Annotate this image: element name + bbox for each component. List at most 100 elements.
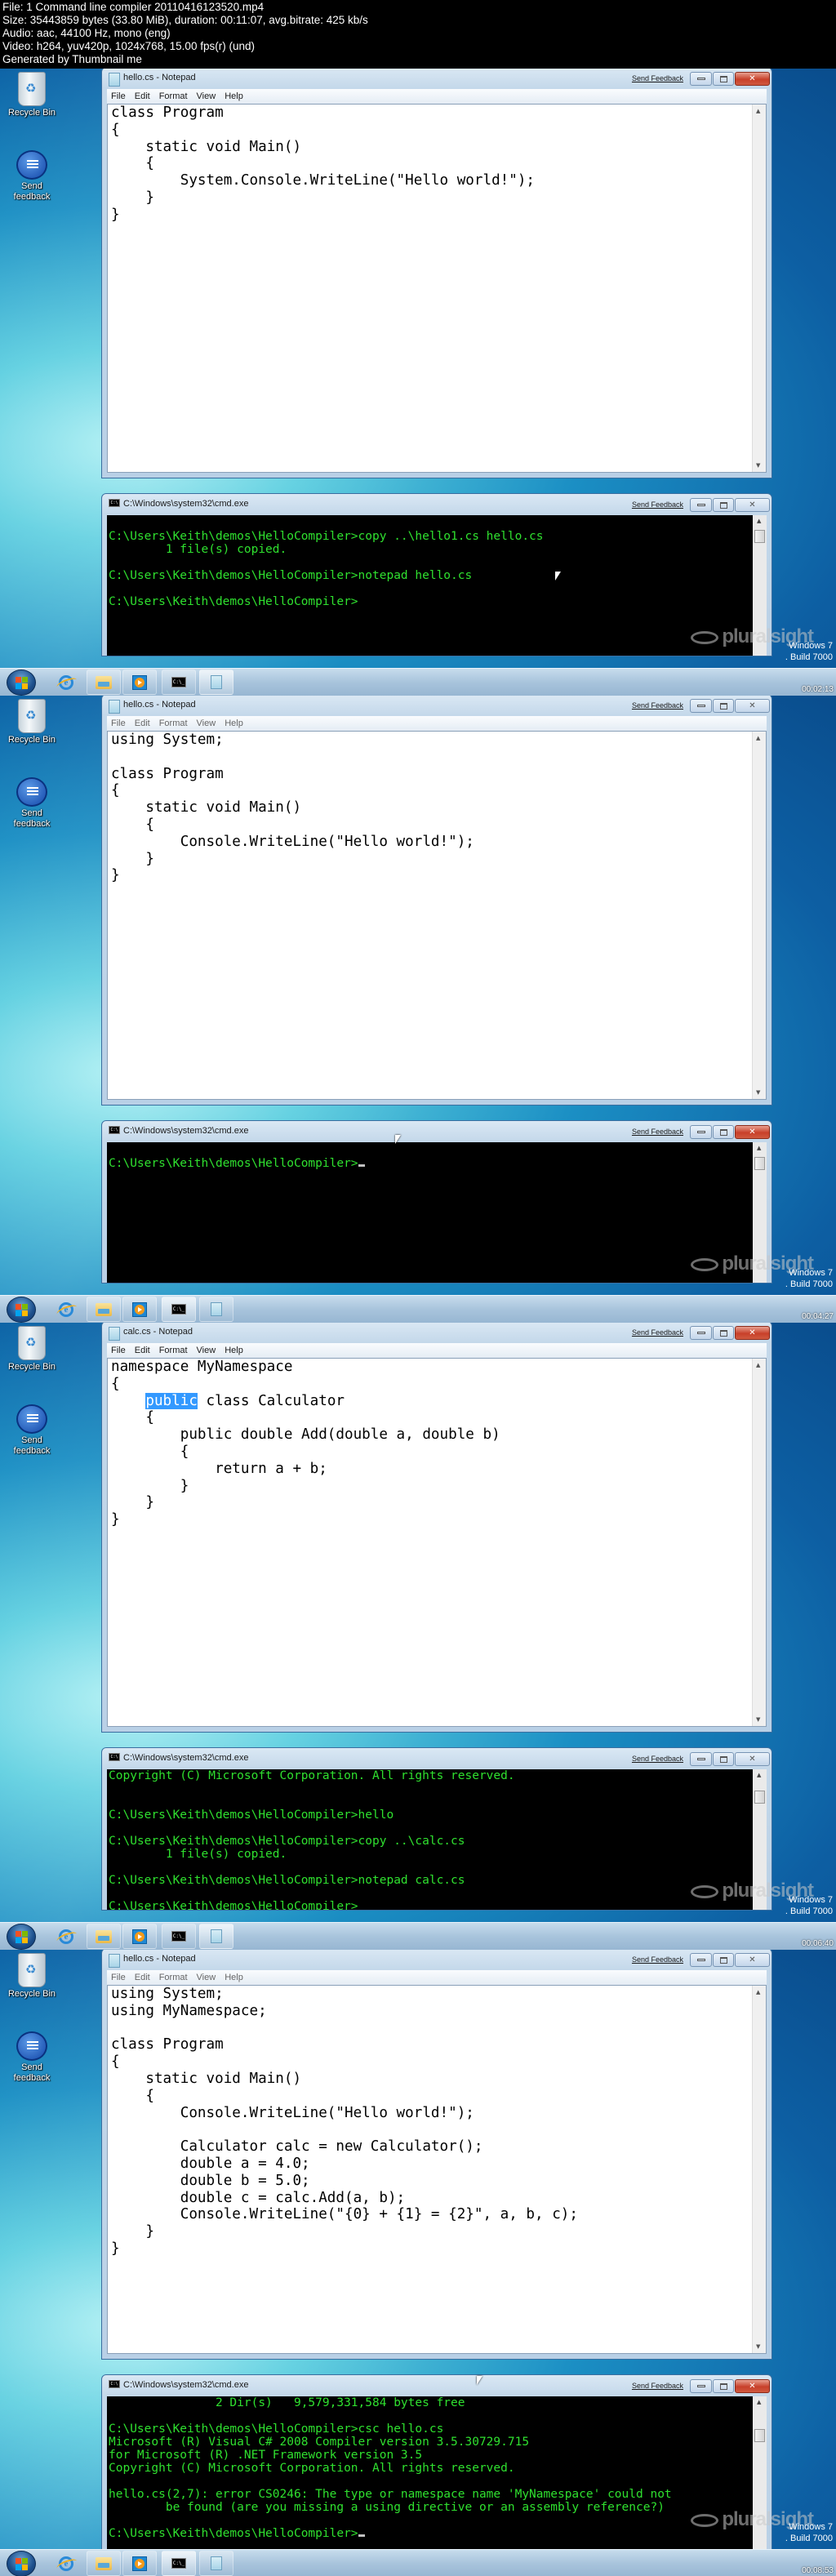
- close-button[interactable]: ✕: [735, 1953, 770, 1967]
- close-button[interactable]: ✕: [735, 1326, 770, 1340]
- console-output[interactable]: Copyright (C) Microsoft Corporation. All…: [107, 1769, 767, 1910]
- text-editor[interactable]: using System; using MyNamespace; class P…: [107, 1985, 767, 2354]
- scroll-up-icon[interactable]: ▲: [757, 2399, 761, 2405]
- start-button[interactable]: [7, 2551, 36, 2576]
- scroll-thumb[interactable]: [754, 2429, 765, 2442]
- taskbar-ie[interactable]: e: [49, 1297, 83, 1322]
- scroll-down-icon[interactable]: ▼: [756, 2343, 760, 2350]
- maximize-button[interactable]: [713, 1326, 734, 1340]
- desktop-icon-recycle-bin[interactable]: Recycle Bin: [7, 72, 57, 118]
- taskbar-explorer[interactable]: [87, 1297, 121, 1322]
- taskbar-ie[interactable]: e: [49, 2551, 83, 2576]
- scroll-down-icon[interactable]: ▼: [756, 1089, 760, 1096]
- start-button[interactable]: [7, 1297, 36, 1323]
- start-button[interactable]: [7, 1924, 36, 1950]
- taskbar-notepad[interactable]: [199, 1924, 233, 1949]
- send-feedback-link[interactable]: Send Feedback: [632, 1955, 683, 1964]
- minimize-button[interactable]: [690, 72, 712, 86]
- text-editor[interactable]: class Program { static void Main() { Sys…: [107, 104, 767, 473]
- taskbar-media-player[interactable]: [122, 670, 157, 695]
- menu-edit[interactable]: Edit: [131, 719, 155, 728]
- menu-edit[interactable]: Edit: [131, 1973, 155, 1982]
- menu-file[interactable]: File: [107, 719, 131, 728]
- text-editor[interactable]: namespace MyNamespace { public class Cal…: [107, 1358, 767, 1727]
- notepad-titlebar[interactable]: hello.cs - Notepad Send Feedback ✕: [102, 1950, 772, 1970]
- send-feedback-link[interactable]: Send Feedback: [632, 1755, 683, 1763]
- notepad-titlebar[interactable]: calc.cs - Notepad Send Feedback ✕: [102, 1323, 772, 1343]
- taskbar-notepad[interactable]: [199, 1297, 233, 1322]
- close-button[interactable]: ✕: [735, 699, 770, 713]
- maximize-button[interactable]: [713, 1752, 734, 1766]
- taskbar-cmd[interactable]: C:\_: [162, 1297, 196, 1322]
- scroll-up-icon[interactable]: ▲: [756, 1362, 760, 1368]
- taskbar-explorer[interactable]: [87, 1924, 121, 1949]
- scroll-thumb[interactable]: [754, 530, 765, 543]
- scroll-down-icon[interactable]: ▼: [756, 1716, 760, 1723]
- menu-help[interactable]: Help: [220, 719, 248, 728]
- menu-format[interactable]: Format: [155, 1973, 193, 1982]
- menu-format[interactable]: Format: [155, 91, 193, 101]
- send-feedback-link[interactable]: Send Feedback: [632, 701, 683, 710]
- scroll-up-icon[interactable]: ▲: [756, 735, 760, 741]
- close-button[interactable]: ✕: [735, 1125, 770, 1139]
- minimize-button[interactable]: [690, 1953, 712, 1967]
- console-output[interactable]: C:\Users\Keith\demos\HelloCompiler>copy …: [107, 515, 767, 656]
- desktop-icon-send-feedback[interactable]: Send feedback: [7, 150, 57, 202]
- taskbar-media-player[interactable]: [122, 1297, 157, 1322]
- send-feedback-link[interactable]: Send Feedback: [632, 2382, 683, 2390]
- notepad-titlebar[interactable]: hello.cs - Notepad Send Feedback ✕: [102, 696, 772, 716]
- maximize-button[interactable]: [713, 699, 734, 713]
- minimize-button[interactable]: [690, 1326, 712, 1340]
- notepad-titlebar[interactable]: hello.cs - Notepad Send Feedback ✕: [102, 69, 772, 89]
- taskbar-explorer[interactable]: [87, 670, 121, 695]
- desktop-icon-send-feedback[interactable]: Send feedback: [7, 2031, 57, 2084]
- menu-file[interactable]: File: [107, 1973, 131, 1982]
- menu-view[interactable]: View: [193, 719, 221, 728]
- menu-help[interactable]: Help: [220, 1973, 248, 1982]
- menu-file[interactable]: File: [107, 1346, 131, 1355]
- minimize-button[interactable]: [690, 498, 712, 512]
- menu-edit[interactable]: Edit: [131, 91, 155, 101]
- scroll-up-icon[interactable]: ▲: [757, 518, 761, 524]
- taskbar-cmd[interactable]: C:\_: [162, 2551, 196, 2576]
- maximize-button[interactable]: [713, 72, 734, 86]
- minimize-button[interactable]: [690, 2379, 712, 2393]
- taskbar-explorer[interactable]: [87, 2551, 121, 2576]
- scroll-down-icon[interactable]: ▼: [756, 462, 760, 469]
- console-output[interactable]: 2 Dir(s) 9,579,331,584 bytes free C:\Use…: [107, 2396, 767, 2553]
- menu-format[interactable]: Format: [155, 719, 193, 728]
- vertical-scrollbar[interactable]: ▲ ▼: [752, 105, 766, 472]
- maximize-button[interactable]: [713, 1953, 734, 1967]
- close-button[interactable]: ✕: [735, 2379, 770, 2393]
- text-editor[interactable]: using System; class Program { static voi…: [107, 731, 767, 1100]
- taskbar-cmd[interactable]: C:\_: [162, 670, 196, 695]
- maximize-button[interactable]: [713, 1125, 734, 1139]
- desktop-icon-recycle-bin[interactable]: Recycle Bin: [7, 1953, 57, 2000]
- maximize-button[interactable]: [713, 2379, 734, 2393]
- cmd-titlebar[interactable]: C:\ C:\Windows\system32\cmd.exe Send Fee…: [102, 1748, 772, 1769]
- send-feedback-link[interactable]: Send Feedback: [632, 1328, 683, 1337]
- start-button[interactable]: [7, 670, 36, 696]
- cmd-titlebar[interactable]: C:\ C:\Windows\system32\cmd.exe Send Fee…: [102, 1121, 772, 1142]
- taskbar-notepad[interactable]: [199, 2551, 233, 2576]
- minimize-button[interactable]: [690, 1125, 712, 1139]
- minimize-button[interactable]: [690, 1752, 712, 1766]
- close-button[interactable]: ✕: [735, 72, 770, 86]
- scroll-up-icon[interactable]: ▲: [757, 1145, 761, 1151]
- scroll-thumb[interactable]: [754, 1791, 765, 1804]
- menu-file[interactable]: File: [107, 91, 131, 101]
- scroll-up-icon[interactable]: ▲: [756, 1989, 760, 1995]
- close-button[interactable]: ✕: [735, 1752, 770, 1766]
- scroll-up-icon[interactable]: ▲: [756, 108, 760, 114]
- menu-format[interactable]: Format: [155, 1346, 193, 1355]
- taskbar-media-player[interactable]: [122, 2551, 157, 2576]
- vertical-scrollbar[interactable]: ▲ ▼: [752, 732, 766, 1099]
- maximize-button[interactable]: [713, 498, 734, 512]
- menu-help[interactable]: Help: [220, 1346, 248, 1355]
- vertical-scrollbar[interactable]: ▲ ▼: [752, 1359, 766, 1726]
- menu-help[interactable]: Help: [220, 91, 248, 101]
- menu-view[interactable]: View: [193, 1346, 221, 1355]
- cmd-titlebar[interactable]: C:\ C:\Windows\system32\cmd.exe Send Fee…: [102, 494, 772, 515]
- close-button[interactable]: ✕: [735, 498, 770, 512]
- send-feedback-link[interactable]: Send Feedback: [632, 1128, 683, 1136]
